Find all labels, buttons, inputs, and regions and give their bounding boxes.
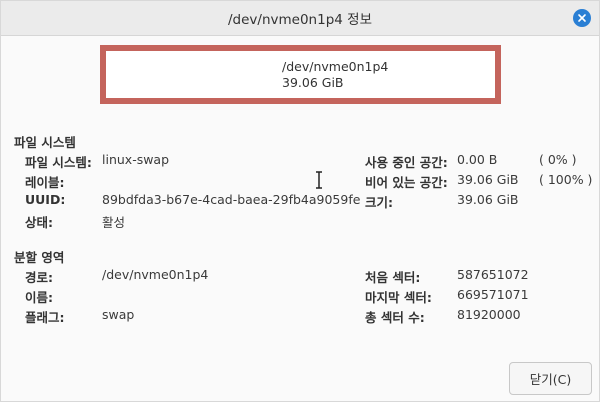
fs-uuid-value: 89bdfda3-b67e-4cad-baea-29fb4a9059fe xyxy=(102,192,361,207)
partition-graphic-inner: /dev/nvme0n1p4 39.06 GiB xyxy=(106,51,495,98)
window-close-button[interactable] xyxy=(573,9,591,27)
fs-type-label: 파일 시스템: xyxy=(25,155,92,170)
used-space-value: 0.00 B xyxy=(457,152,498,167)
path-value: /dev/nvme0n1p4 xyxy=(102,267,209,282)
used-space-percent: ( 0% ) xyxy=(539,152,577,167)
close-icon xyxy=(578,14,586,22)
close-button[interactable]: 닫기(C) xyxy=(509,362,592,395)
size-value: 39.06 GiB xyxy=(457,192,519,207)
fs-status-label: 상태: xyxy=(25,215,53,230)
title-bar: /dev/nvme0n1p4 정보 xyxy=(1,1,599,36)
window-title: /dev/nvme0n1p4 정보 xyxy=(228,12,372,28)
partition-graphic: /dev/nvme0n1p4 39.06 GiB xyxy=(100,45,501,104)
fs-status-value: 활성 xyxy=(102,215,126,230)
name-label: 이름: xyxy=(25,290,53,305)
path-label: 경로: xyxy=(25,270,53,285)
flags-value: swap xyxy=(102,307,135,322)
fs-type-value: linux-swap xyxy=(102,152,170,167)
first-sector-label: 처음 섹터: xyxy=(365,270,421,285)
total-sectors-value: 81920000 xyxy=(457,307,521,322)
flags-label: 플래그: xyxy=(25,310,65,325)
size-label: 크기: xyxy=(365,195,393,210)
filesystem-heading: 파일 시스템 xyxy=(14,135,76,150)
total-sectors-label: 총 섹터 수: xyxy=(365,310,425,325)
fs-label-label: 레이블: xyxy=(25,175,65,190)
partition-size: 39.06 GiB xyxy=(282,74,344,90)
last-sector-value: 669571071 xyxy=(457,287,529,302)
fs-uuid-label: UUID: xyxy=(25,192,66,207)
free-space-label: 비어 있는 공간: xyxy=(365,175,448,190)
partition-device: /dev/nvme0n1p4 xyxy=(282,58,389,74)
free-space-percent: ( 100% ) xyxy=(539,172,593,187)
first-sector-value: 587651072 xyxy=(457,267,529,282)
partition-info-dialog: /dev/nvme0n1p4 정보 /dev/nvme0n1p4 39.06 G… xyxy=(0,0,600,402)
text-cursor-icon xyxy=(316,171,322,189)
free-space-value: 39.06 GiB xyxy=(457,172,519,187)
used-space-label: 사용 중인 공간: xyxy=(365,155,448,170)
last-sector-label: 마지막 섹터: xyxy=(365,290,432,305)
partition-heading: 분할 영역 xyxy=(14,250,65,265)
